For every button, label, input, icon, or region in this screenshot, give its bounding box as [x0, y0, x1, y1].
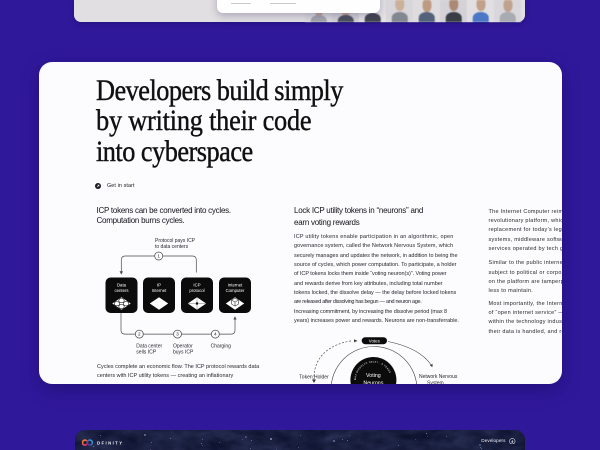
svg-text:Votes: Votes	[369, 338, 381, 343]
svg-text:sells ICP: sells ICP	[136, 349, 156, 355]
svg-text:IP: IP	[157, 282, 161, 287]
svg-text:Charging: Charging	[211, 343, 232, 349]
svg-text:Data center: Data center	[136, 343, 162, 349]
svg-text:Data: Data	[117, 282, 127, 287]
svg-text:Operator: Operator	[173, 343, 193, 349]
svg-text:Network Nervous: Network Nervous	[419, 373, 458, 379]
svg-text:centers: centers	[114, 288, 128, 293]
svg-text:protocol: protocol	[189, 288, 204, 293]
svg-text:ICP: ICP	[193, 282, 200, 287]
svg-text:buys ICP: buys ICP	[173, 349, 194, 355]
svg-text:Token Holder: Token Holder	[299, 374, 329, 380]
svg-text:Voting: Voting	[366, 372, 381, 378]
svg-text:System: System	[427, 380, 444, 384]
svg-text:Internet: Internet	[228, 282, 243, 287]
svg-text:DFINITY: DFINITY	[97, 441, 123, 446]
svg-text:Internet: Internet	[152, 288, 167, 293]
svg-text:Computer: Computer	[226, 288, 245, 293]
svg-text:Neurons: Neurons	[363, 380, 383, 383]
svg-text:to data centers: to data centers	[155, 243, 189, 249]
